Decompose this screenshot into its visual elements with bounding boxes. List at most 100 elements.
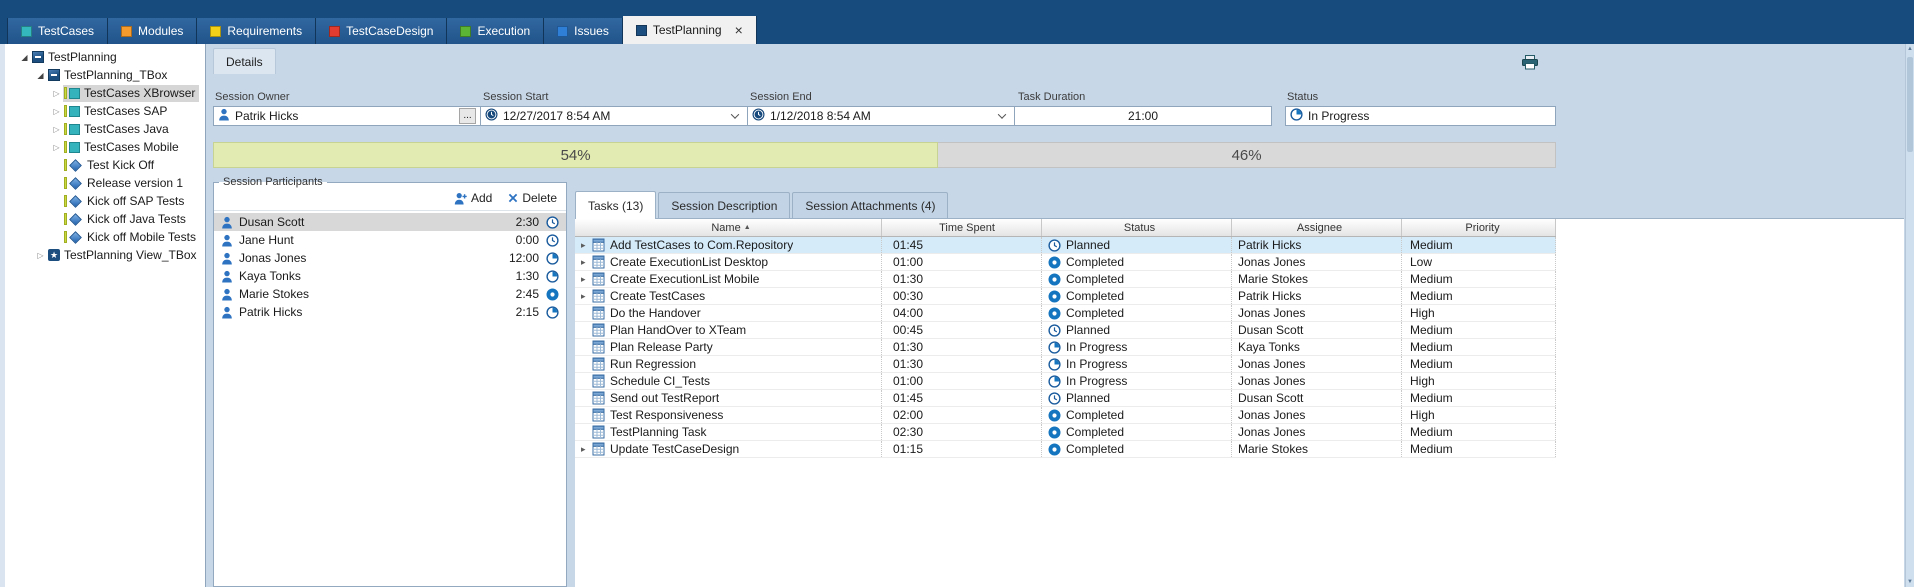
participant-row[interactable]: Jonas Jones12:00 — [214, 249, 566, 267]
expander-collapsed-icon[interactable]: ▷ — [50, 107, 63, 116]
column-header-name[interactable]: Name▲ — [575, 219, 882, 236]
task-assignee: Jonas Jones — [1232, 407, 1402, 423]
delete-participant-button[interactable]: Delete — [508, 191, 557, 205]
tab-execution[interactable]: Execution — [447, 18, 544, 44]
tab-label: TestPlanning — [653, 23, 722, 37]
task-status: In Progress — [1066, 374, 1127, 388]
tab-session-description[interactable]: Session Description — [658, 192, 790, 218]
tree-item-kick-off-mobile-tests[interactable]: Kick off Mobile Tests — [5, 228, 205, 246]
tree-item-testcases-sap[interactable]: ▷TestCases SAP — [5, 102, 205, 120]
row-expander-icon[interactable]: ▸ — [581, 257, 592, 268]
participant-row[interactable]: Jane Hunt0:00 — [214, 231, 566, 249]
tree-item-testplanning-view-tbox[interactable]: ▷★TestPlanning View_TBox — [5, 246, 205, 264]
row-expander-icon[interactable]: ▸ — [581, 240, 592, 251]
task-row[interactable]: ▸Add TestCases to Com.Repository01:45Pla… — [575, 237, 1556, 254]
print-icon[interactable] — [1520, 54, 1540, 70]
add-participant-button[interactable]: Add — [454, 191, 492, 205]
tree-item-testcases-java[interactable]: ▷TestCases Java — [5, 120, 205, 138]
participant-row[interactable]: Dusan Scott2:30 — [214, 213, 566, 231]
tasks-tabs: Tasks (13)Session DescriptionSession Att… — [575, 190, 1904, 218]
task-row[interactable]: Plan Release Party01:30In ProgressKaya T… — [575, 339, 1556, 356]
task-duration-value: 21:00 — [1128, 109, 1158, 123]
row-expander-icon[interactable]: ▸ — [581, 291, 592, 302]
task-row[interactable]: ▸Create ExecutionList Mobile01:30Complet… — [575, 271, 1556, 288]
browse-owner-button[interactable]: ... — [459, 108, 476, 124]
task-row[interactable]: Do the Handover04:00CompletedJonas Jones… — [575, 305, 1556, 322]
expander-collapsed-icon[interactable]: ▷ — [34, 251, 47, 260]
expander-collapsed-icon[interactable]: ▷ — [50, 89, 63, 98]
task-row[interactable]: ▸Create TestCases00:30CompletedPatrik Hi… — [575, 288, 1556, 305]
tree-item-testplanning-tbox[interactable]: ◢TestPlanning_TBox — [5, 66, 205, 84]
tab-requirements[interactable]: Requirements — [197, 18, 316, 44]
task-time-spent: 01:45 — [882, 237, 1042, 253]
tab-issues[interactable]: Issues — [544, 18, 623, 44]
tree-item-testcases-xbrowser[interactable]: ▷TestCases XBrowser — [5, 84, 205, 102]
tree-item-release-version-1[interactable]: Release version 1 — [5, 174, 205, 192]
expander-expanded-icon[interactable]: ◢ — [18, 53, 31, 62]
row-expander-icon[interactable]: ▸ — [581, 274, 592, 285]
tab-testcases[interactable]: TestCases — [7, 18, 108, 44]
session-end-dropdown-icon[interactable] — [994, 108, 1010, 124]
expander-expanded-icon[interactable]: ◢ — [34, 71, 47, 80]
tree-item-kick-off-java-tests[interactable]: Kick off Java Tests — [5, 210, 205, 228]
project-tree: ◢TestPlanning◢TestPlanning_TBox▷TestCase… — [5, 44, 206, 587]
clock-icon — [752, 108, 765, 124]
participant-time: 2:45 — [501, 287, 539, 301]
tab-tasks-13[interactable]: Tasks (13) — [575, 191, 656, 219]
task-row[interactable]: Plan HandOver to XTeam00:45PlannedDusan … — [575, 322, 1556, 339]
scroll-down-icon[interactable]: ▼ — [1906, 579, 1914, 585]
tree-item-testplanning[interactable]: ◢TestPlanning — [5, 48, 205, 66]
vertical-scrollbar[interactable]: ▲ ▼ — [1905, 44, 1914, 587]
task-row[interactable]: Run Regression01:30In ProgressJonas Jone… — [575, 356, 1556, 373]
participant-row[interactable]: Marie Stokes2:45 — [214, 285, 566, 303]
tree-item-testcases-mobile[interactable]: ▷TestCases Mobile — [5, 138, 205, 156]
status-completed-icon — [546, 288, 559, 301]
session-end-value: 1/12/2018 8:54 AM — [770, 109, 871, 123]
expander-collapsed-icon[interactable]: ▷ — [50, 143, 63, 152]
column-header-priority[interactable]: Priority — [1402, 219, 1556, 236]
column-header-status[interactable]: Status — [1042, 219, 1232, 236]
task-row[interactable]: Send out TestReport01:45PlannedDusan Sco… — [575, 390, 1556, 407]
participant-row[interactable]: Patrik Hicks2:15 — [214, 303, 566, 321]
task-status: Completed — [1066, 408, 1124, 422]
status-planned-icon — [1048, 324, 1061, 337]
column-header-assignee[interactable]: Assignee — [1232, 219, 1402, 236]
delete-x-icon — [508, 193, 518, 203]
session-start-dropdown-icon[interactable] — [727, 108, 743, 124]
tab-modules[interactable]: Modules — [108, 18, 197, 44]
task-row[interactable]: ▸Update TestCaseDesign01:15CompletedMari… — [575, 441, 1556, 458]
task-assignee: Marie Stokes — [1232, 441, 1402, 457]
tree-item-test-kick-off[interactable]: Test Kick Off — [5, 156, 205, 174]
session-owner-field[interactable]: Patrik Hicks ... — [213, 106, 481, 126]
task-row[interactable]: Test Responsiveness02:00CompletedJonas J… — [575, 407, 1556, 424]
task-row[interactable]: Schedule CI_Tests01:00In ProgressJonas J… — [575, 373, 1556, 390]
participant-time: 12:00 — [501, 251, 539, 265]
task-sheet-icon — [592, 425, 605, 439]
row-expander-icon[interactable]: ▸ — [581, 444, 592, 455]
task-time-spent: 01:30 — [882, 339, 1042, 355]
tab-testplanning[interactable]: TestPlanning × — [623, 16, 757, 44]
expander-collapsed-icon[interactable]: ▷ — [50, 125, 63, 134]
tab-testcasedesign[interactable]: TestCaseDesign — [316, 18, 447, 44]
task-row[interactable]: TestPlanning Task02:30CompletedJonas Jon… — [575, 424, 1556, 441]
task-duration-field[interactable]: 21:00 — [1014, 106, 1272, 126]
status-field[interactable]: In Progress — [1285, 106, 1556, 126]
task-row[interactable]: ▸Create ExecutionList Desktop01:00Comple… — [575, 254, 1556, 271]
session-end-field[interactable]: 1/12/2018 8:54 AM — [747, 106, 1015, 126]
task-name: TestPlanning Task — [610, 425, 707, 439]
tab-label: Execution — [477, 24, 530, 38]
task-assignee: Jonas Jones — [1232, 254, 1402, 270]
tab-details[interactable]: Details — [213, 48, 276, 74]
column-header-time-spent[interactable]: Time Spent — [882, 219, 1042, 236]
tab-session-attachments-4[interactable]: Session Attachments (4) — [792, 192, 948, 218]
testcases-icon — [69, 124, 80, 135]
scroll-up-icon[interactable]: ▲ — [1906, 46, 1914, 52]
session-owner-label: Session Owner — [215, 91, 290, 103]
session-start-field[interactable]: 12/27/2017 8:54 AM — [480, 106, 748, 126]
scrollbar-thumb[interactable] — [1907, 57, 1913, 152]
add-person-icon — [454, 192, 467, 205]
tree-item-kick-off-sap-tests[interactable]: Kick off SAP Tests — [5, 192, 205, 210]
participant-time: 1:30 — [501, 269, 539, 283]
tab-close-icon[interactable]: × — [735, 23, 743, 37]
participant-row[interactable]: Kaya Tonks1:30 — [214, 267, 566, 285]
